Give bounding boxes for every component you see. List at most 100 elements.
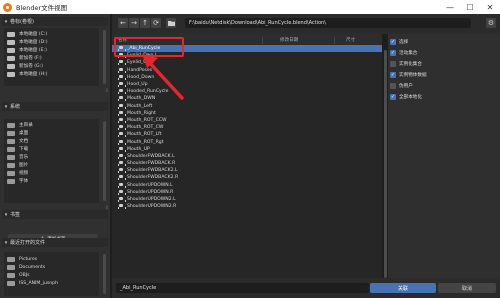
maximize-button[interactable]: ☐ (460, 0, 480, 14)
volumes-panel-title: 卷标(卷根) (10, 19, 34, 25)
column-date[interactable]: 修改日期 (280, 37, 298, 43)
drive-icon (7, 63, 15, 69)
sidebar-item-label: 主目录 (19, 123, 33, 128)
recent-item-label: Documents (19, 264, 46, 270)
new-folder-button[interactable] (166, 18, 176, 28)
recent-item[interactable]: OBJs (4, 271, 99, 279)
recent-item[interactable]: ISS_ANIM_jusnph (4, 279, 99, 287)
blender-logo-icon (3, 2, 12, 12)
column-divider[interactable] (334, 37, 335, 44)
option-label: 全部本地化 (399, 95, 422, 100)
sidebar-item-desktop[interactable]: 桌面 (4, 129, 99, 137)
sidebar-item-videos[interactable]: 视频 (4, 169, 99, 177)
folder-icon (7, 280, 15, 286)
file-row[interactable]: Mouth_ROT_CW (112, 124, 382, 131)
collapse-caret-icon: ▾ (4, 103, 8, 110)
parent-directory-button[interactable]: ↑ (140, 18, 150, 28)
column-divider[interactable] (262, 37, 263, 44)
file-list-scrollbar[interactable] (384, 50, 387, 278)
file-name: Mouth_ROT_Rgt (127, 139, 164, 145)
recent-scrollbar[interactable] (103, 254, 106, 294)
action-icon (118, 139, 126, 145)
file-row[interactable]: ShoulderUPDOWN2.R (112, 203, 382, 210)
sidebar-item-drive-g[interactable]: 新加卷 (G:) (4, 62, 99, 70)
system-scrollbar[interactable] (103, 121, 106, 201)
settings-gear-button[interactable]: ⚙ (486, 18, 496, 28)
column-size[interactable]: 尺寸 (346, 37, 355, 43)
sidebar-item-pictures[interactable]: 图片 (4, 161, 99, 169)
refresh-button[interactable]: ⟳ (151, 18, 161, 28)
file-name: Mouth_ROT_Lft (127, 132, 162, 138)
checkbox[interactable] (390, 61, 396, 67)
option-localize-all[interactable]: ✓ 全部本地化 (390, 93, 422, 101)
drive-icon (7, 71, 15, 77)
sidebar-item-downloads[interactable]: 下载 (4, 145, 99, 153)
option-instance-object-data[interactable]: ✓ 实例物体数据 (390, 71, 427, 79)
file-row[interactable]: ShoulderUPDOWN2.L (112, 196, 382, 203)
image-icon (7, 162, 15, 168)
checkbox[interactable]: ✓ (390, 39, 396, 45)
drive-icon (7, 55, 15, 61)
window-controls: — ☐ ✕ (440, 0, 500, 14)
recent-panel-header[interactable]: ▾ 最近打开的文件 (2, 238, 108, 247)
checkbox[interactable]: ✓ (390, 72, 396, 78)
sidebar-item-drive-e[interactable]: 本地磁盘 (E:) (4, 46, 99, 54)
sidebar-item-home[interactable]: 主目录 (4, 121, 99, 129)
file-row[interactable]: ShoulderFWDBACK.L (112, 153, 382, 160)
file-row[interactable]: ShoulderUPDOWN.L (112, 182, 382, 189)
volumes-scrollbar[interactable] (103, 30, 106, 84)
system-panel-header[interactable]: ▾ 系统 (2, 102, 108, 111)
sidebar-item-documents[interactable]: 文档 (4, 137, 99, 145)
sidebar-item-fonts[interactable]: 字体 (4, 177, 99, 185)
cancel-button[interactable]: 取消 (438, 283, 496, 293)
action-icon (118, 204, 126, 210)
file-name: Mouth_ROT_CCW (127, 117, 167, 123)
file-row[interactable]: ShoulderFWDBACK2.R (112, 174, 382, 181)
annotation-arrow-icon (142, 54, 184, 100)
checkbox[interactable]: ✓ (390, 94, 396, 100)
option-fake-user[interactable]: 伪用户 (390, 82, 413, 90)
checkbox[interactable]: ✓ (390, 50, 396, 56)
filename-input[interactable]: _Abi_RunCycle (116, 283, 369, 293)
forward-button[interactable]: → (129, 18, 139, 28)
sidebar-item-drive-h[interactable]: 本地磁盘 (H:) (4, 70, 99, 78)
download-icon (7, 146, 15, 152)
action-icon (118, 60, 126, 66)
resize-grip-icon[interactable]: ⁞⁞ (106, 88, 108, 94)
volumes-panel-header[interactable]: ▾ 卷标(卷根) (2, 17, 108, 26)
file-row[interactable]: Mouth_ROT_CCW (112, 117, 382, 124)
bookmarks-panel-header[interactable]: ▾ 书签 (2, 210, 108, 219)
home-icon (7, 122, 15, 128)
file-row[interactable]: Mouth_UP (112, 146, 382, 153)
sidebar-item-music[interactable]: 音乐 (4, 153, 99, 161)
recent-item[interactable]: Documents (4, 263, 99, 271)
folder-icon (7, 272, 15, 278)
file-action-bar: _Abi_RunCycle 关联 取消 (112, 278, 500, 298)
file-row[interactable]: Mouth_Left (112, 103, 382, 110)
sidebar-item-label: 新加卷 (G:) (19, 64, 43, 69)
file-row[interactable]: ShoulderFWDBACK.R (112, 160, 382, 167)
minimize-button[interactable]: — (440, 0, 460, 14)
file-row[interactable]: Mouth_Right (112, 110, 382, 117)
option-instance-collections[interactable]: 实例化集合 (390, 60, 422, 68)
file-row[interactable]: Mouth_ROT_Lft (112, 131, 382, 138)
sidebar-item-label: 字体 (19, 179, 29, 184)
sidebar-item-drive-c[interactable]: 本地磁盘 (C:) (4, 30, 99, 38)
directory-path-input[interactable]: F:\baidu\Netdisk\Download\Abi_RunCycle.b… (185, 18, 471, 28)
link-button[interactable]: 关联 (370, 283, 436, 293)
option-active-collection[interactable]: ✓ 活动集合 (390, 49, 417, 57)
sidebar-item-drive-d[interactable]: 本地磁盘 (D:) (4, 38, 99, 46)
file-row[interactable]: Mouth_ROT_Rgt (112, 138, 382, 145)
document-icon (7, 138, 15, 144)
close-button[interactable]: ✕ (480, 0, 500, 14)
file-name: ShoulderUPDOWN2.R (127, 204, 177, 210)
file-row[interactable]: ShoulderUPDOWN.R (112, 189, 382, 196)
file-row[interactable]: ShoulderFWDBACK2.L (112, 167, 382, 174)
checkbox[interactable] (390, 83, 396, 89)
option-select[interactable]: ✓ 选择 (390, 38, 408, 46)
action-icon (118, 161, 126, 167)
sidebar-item-drive-f[interactable]: 新加卷 (F:) (4, 54, 99, 62)
action-icon (118, 110, 126, 116)
back-button[interactable]: ← (118, 18, 128, 28)
recent-item[interactable]: Pictures (4, 255, 99, 263)
